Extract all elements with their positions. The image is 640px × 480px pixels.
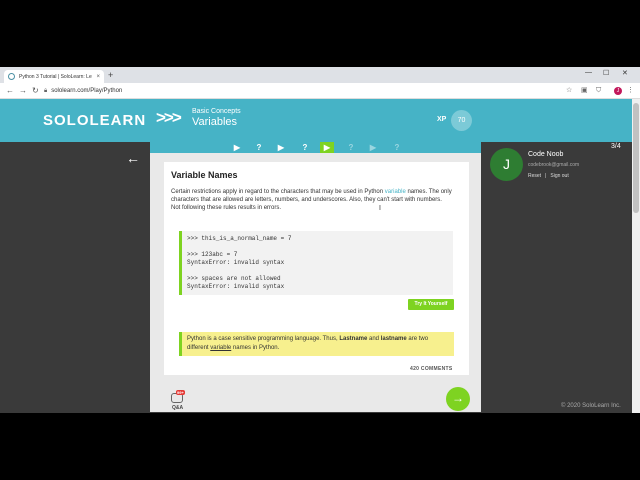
code-line: >>> spaces are not allowed (187, 275, 281, 282)
url-text: sololearn.com/Play/Python (51, 88, 123, 94)
variable-link[interactable]: variable (385, 189, 406, 195)
sololearn-logo[interactable]: SOLOLEARN (43, 112, 146, 129)
qa-button[interactable]: 99+ Q&A (168, 390, 190, 412)
try-it-yourself-button[interactable]: Try It Yourself (408, 299, 454, 310)
text-cursor-icon: I (379, 205, 381, 212)
copyright-text: © 2020 SoloLearn Inc. (561, 403, 621, 409)
bookmark-star-icon[interactable]: ☆ (566, 86, 572, 96)
maximize-button[interactable]: ☐ (603, 69, 609, 77)
address-bar[interactable]: 🔒︎ sololearn.com/Play/Python (44, 85, 584, 97)
chevrons-icon: >>> (156, 108, 182, 127)
code-line: >>> 123abc = 7 (187, 251, 238, 258)
sololearn-favicon-icon (8, 73, 15, 80)
browser-tabstrip: Python 3 Tutorial | SoloLearn: Le × + — … (0, 67, 640, 83)
breadcrumb: Basic Concepts Variables (192, 108, 241, 128)
back-nav-icon[interactable]: ← (6, 86, 14, 96)
lesson-text: Certain restrictions apply in regard to … (171, 188, 463, 212)
scrollbar-thumb[interactable] (633, 103, 639, 213)
extension-icon[interactable]: ▣ (581, 86, 588, 96)
next-button[interactable]: → (446, 387, 470, 411)
menu-dots-icon[interactable]: ⋮ (627, 86, 634, 96)
new-tab-button[interactable]: + (108, 70, 113, 81)
progress-step[interactable]: ▶ (320, 142, 334, 153)
progress-step[interactable]: ? (390, 142, 404, 153)
xp-label: XP (437, 116, 447, 123)
back-arrow-icon[interactable]: ← (126, 150, 140, 166)
note-box: Python is a case sensitive programming l… (179, 332, 454, 356)
user-name: Code Noob (528, 151, 564, 158)
lesson-text-part: Not following these rules results in err… (171, 205, 282, 211)
shield-icon[interactable]: ⛉ (596, 86, 601, 96)
qa-badge: 99+ (176, 390, 185, 395)
code-line: SyntaxError: invalid syntax (187, 259, 285, 266)
profile-avatar[interactable]: J (614, 87, 622, 95)
xp-badge: 70 (451, 110, 472, 131)
separator: | (545, 173, 547, 179)
reload-icon[interactable]: ↻ (32, 86, 39, 96)
browser-toolbar: ← → ↻ 🔒︎ sololearn.com/Play/Python ☆ ▣ ⛉… (0, 83, 640, 99)
note-text: names in Python. (231, 345, 280, 351)
code-block: >>> this_is_a_normal_name = 7 >>> 123abc… (179, 231, 453, 295)
user-avatar[interactable]: J (490, 148, 523, 181)
user-email: codebrook@gmail.com (528, 162, 580, 168)
progress-step[interactable]: ▶ (230, 142, 244, 153)
lesson-progress-bar: 3/4 ▶? ▶? ▶? ▶? (150, 142, 621, 153)
note-text: Python is a case sensitive programming l… (187, 336, 340, 342)
reset-link[interactable]: Reset (528, 173, 541, 179)
browser-tab[interactable]: Python 3 Tutorial | SoloLearn: Le × (4, 70, 104, 83)
minimize-button[interactable]: — (585, 69, 592, 76)
progress-step[interactable]: ? (252, 142, 266, 153)
note-bold: Lastname (339, 336, 368, 342)
lock-icon: 🔒︎ (44, 87, 48, 94)
screen: Python 3 Tutorial | SoloLearn: Le × + — … (0, 67, 640, 413)
progress-step[interactable]: ▶ (274, 142, 288, 153)
tab-title: Python 3 Tutorial | SoloLearn: Le (19, 73, 92, 80)
forward-nav-icon[interactable]: → (19, 86, 27, 96)
user-links: Reset | Sign out (528, 173, 573, 179)
lesson-card: Variable Names Certain restrictions appl… (164, 162, 469, 375)
note-underline: variable (210, 345, 232, 351)
progress-count: 3/4 (611, 143, 621, 150)
tab-close-icon[interactable]: × (96, 74, 100, 80)
lesson-text-part: Certain restrictions apply in regard to … (171, 189, 385, 195)
note-bold: lastname (380, 336, 407, 342)
close-window-button[interactable]: ✕ (622, 69, 628, 77)
comments-link[interactable]: 420 COMMENTS (410, 366, 453, 372)
site-header: SOLOLEARN >>> Basic Concepts Variables X… (0, 99, 632, 142)
page-scrollbar[interactable] (632, 99, 640, 413)
lesson-heading: Variable Names (171, 170, 238, 180)
note-text: and (367, 336, 381, 342)
progress-step[interactable]: ? (344, 142, 358, 153)
qa-label: Q&A (172, 405, 184, 411)
sign-out-link[interactable]: Sign out (550, 173, 568, 179)
progress-step[interactable]: ? (298, 142, 312, 153)
lesson-title: Variables (192, 116, 238, 128)
progress-step[interactable]: ▶ (366, 142, 380, 153)
code-line: SyntaxError: invalid syntax (187, 283, 285, 290)
section-title: Basic Concepts (192, 108, 241, 115)
code-line: >>> this_is_a_normal_name = 7 (187, 235, 292, 242)
